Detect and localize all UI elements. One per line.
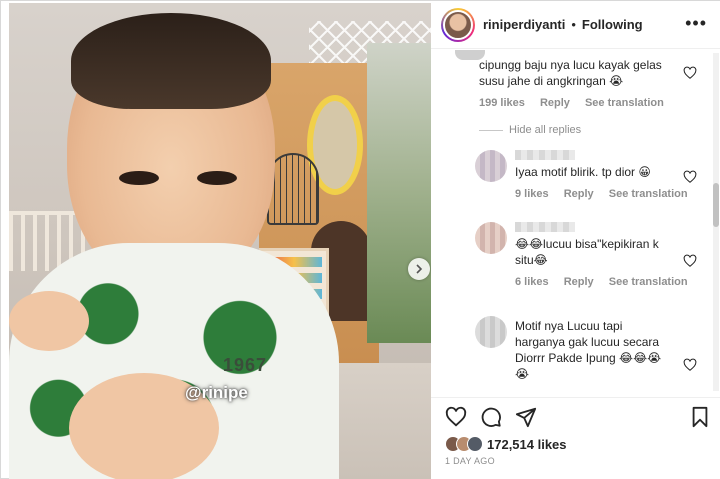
adult-hand — [9, 291, 89, 351]
commenter-avatar[interactable] — [475, 150, 507, 182]
next-media-button[interactable] — [408, 258, 430, 280]
share-icon[interactable] — [515, 406, 537, 428]
likes-summary[interactable]: 172,514 likes — [445, 436, 567, 452]
bookmark-icon[interactable] — [689, 406, 711, 428]
jungle-wallpaper — [367, 43, 431, 343]
more-options-button[interactable]: ••• — [685, 13, 707, 34]
comment-likes[interactable]: 9 likes — [515, 188, 549, 200]
comment-text: Motif nya Lucuu tapi harganya gak lucuu … — [515, 319, 662, 381]
heart-icon[interactable] — [683, 254, 697, 268]
comments-list: cipungg baju nya lucu kayak gelas susu j… — [431, 50, 713, 395]
likes-count[interactable]: 172,514 likes — [487, 437, 567, 452]
username-link[interactable]: riniperdiyanti — [483, 17, 565, 32]
heart-icon[interactable] — [683, 170, 697, 184]
commenter-avatar[interactable] — [475, 222, 507, 254]
heart-icon[interactable] — [445, 406, 467, 428]
reply-item: Motif nya Lucuu tapi harganya gak lucuu … — [475, 316, 703, 382]
shirt-print: 1967 — [223, 355, 268, 375]
avatar-image — [443, 9, 473, 40]
separator-dot: • — [571, 17, 576, 32]
heart-icon[interactable] — [683, 358, 697, 372]
comment-text: cipungg baju nya lucu kayak gelas susu j… — [479, 58, 662, 88]
reply-link[interactable]: Reply — [540, 97, 570, 109]
post-header: riniperdiyanti • Following ••• — [431, 1, 720, 49]
comments-scrollbar[interactable] — [713, 53, 719, 391]
see-translation-link[interactable]: See translation — [609, 188, 688, 200]
child-eye-left — [119, 171, 159, 185]
instagram-post-viewer: 1967 @rinipe riniperdiyanti • Following … — [0, 0, 720, 479]
post-side-panel: riniperdiyanti • Following ••• cipungg b… — [431, 1, 720, 479]
child-eye-right — [197, 171, 237, 185]
commenter-avatar[interactable] — [475, 316, 507, 348]
profile-avatar[interactable] — [441, 7, 475, 42]
blurred-username[interactable] — [515, 150, 575, 160]
post-actions: 172,514 likes 1 DAY AGO — [431, 397, 720, 479]
child-hair — [71, 13, 271, 109]
post-video[interactable]: 1967 @rinipe — [9, 3, 431, 479]
comment-text: Iyaa motif blirik. tp dior 😀 — [515, 165, 651, 179]
comment-item: cipungg baju nya lucu kayak gelas susu j… — [445, 50, 697, 109]
chevron-right-icon — [416, 264, 423, 274]
liker-avatar — [467, 436, 483, 452]
reply-item: Iyaa motif blirik. tp dior 😀 9 likes Rep… — [475, 150, 703, 200]
comment-text: 😂😂lucuu bisa"kepikiran k situ😂 — [515, 237, 659, 267]
comment-likes[interactable]: 6 likes — [515, 276, 549, 288]
scrollbar-thumb[interactable] — [713, 183, 719, 227]
comment-icon[interactable] — [480, 406, 502, 428]
comment-likes[interactable]: 199 likes — [479, 97, 525, 109]
reply-item: 😂😂lucuu bisa"kepikiran k situ😂 6 likes R… — [475, 222, 703, 288]
see-translation-link[interactable]: See translation — [609, 276, 688, 288]
reply-link[interactable]: Reply — [564, 276, 594, 288]
heart-icon[interactable] — [683, 66, 697, 80]
commenter-avatar[interactable] — [455, 50, 485, 60]
see-translation-link[interactable]: See translation — [585, 97, 664, 109]
post-timestamp[interactable]: 1 DAY AGO — [445, 456, 495, 466]
hide-replies-button[interactable]: Hide all replies — [479, 124, 581, 136]
following-button[interactable]: Following — [582, 17, 643, 32]
video-watermark: @rinipe — [185, 383, 248, 402]
blurred-username[interactable] — [515, 222, 575, 232]
reply-link[interactable]: Reply — [564, 188, 594, 200]
